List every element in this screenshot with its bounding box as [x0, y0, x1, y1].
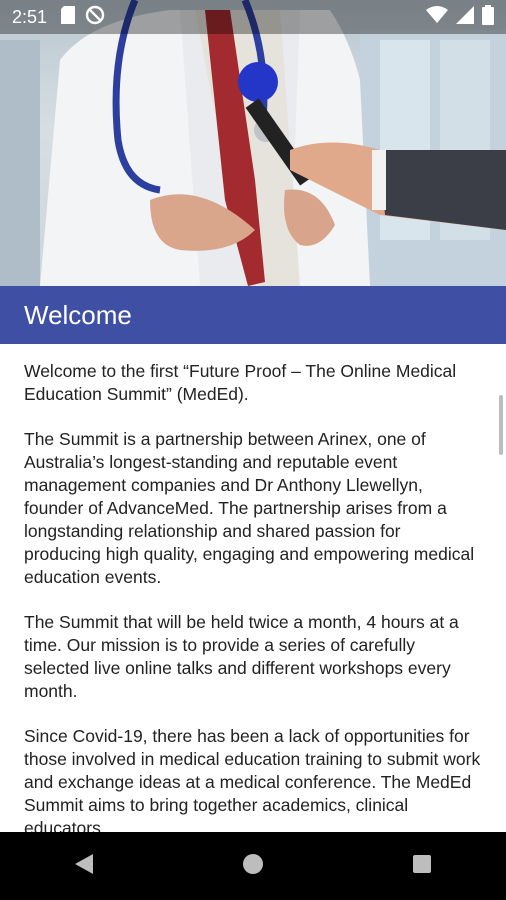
navigation-bar	[0, 832, 506, 900]
cellular-signal-icon	[456, 5, 474, 29]
home-button[interactable]	[223, 836, 283, 896]
home-icon	[242, 853, 264, 880]
doctor-interview-illustration	[0, 0, 506, 286]
sd-card-icon	[61, 5, 76, 29]
page-title: Welcome	[24, 299, 132, 330]
status-left-icons	[61, 5, 105, 30]
status-right-icons	[426, 4, 494, 30]
content-paragraph-4: Since Covid-19, there has been a lack of…	[24, 726, 481, 832]
content-paragraph-1: Welcome to the first “Future Proof – The…	[24, 361, 457, 404]
battery-icon	[482, 4, 494, 30]
title-bar: Welcome	[0, 286, 506, 344]
status-bar: 2:51	[0, 0, 506, 34]
back-icon	[73, 852, 95, 881]
content-scroll-area[interactable]: Welcome to the first “Future Proof – The…	[0, 344, 506, 832]
status-time: 2:51	[12, 6, 48, 27]
hero-image	[0, 0, 506, 286]
back-button[interactable]	[54, 836, 114, 896]
wifi-icon	[426, 5, 448, 29]
recents-button[interactable]	[392, 836, 452, 896]
content-paragraph-3: The Summit that will be held twice a mon…	[24, 612, 459, 701]
recents-icon	[412, 854, 432, 879]
do-not-disturb-icon	[85, 5, 105, 30]
scrollbar[interactable]	[499, 395, 503, 455]
content-paragraph-2: The Summit is a partnership between Arin…	[24, 429, 475, 587]
